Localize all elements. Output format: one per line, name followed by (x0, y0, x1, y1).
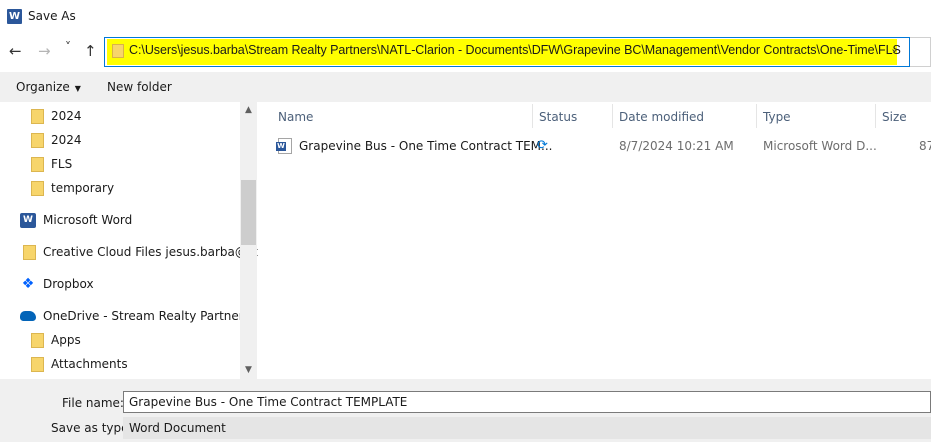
folder-icon (31, 108, 44, 124)
sidebar-item-label: 2024 (51, 133, 82, 147)
scroll-down-arrow-icon[interactable]: ▼ (240, 362, 257, 379)
sidebar-item-label: Dropbox (43, 277, 94, 291)
column-header-date-modified[interactable]: Date modified (619, 110, 704, 124)
address-bar[interactable]: C:\Users\jesus.barba\Stream Realty Partn… (104, 37, 910, 67)
column-divider[interactable] (875, 104, 876, 128)
creative-cloud-folder-icon (23, 244, 36, 260)
dropbox-icon: ❖ (21, 276, 35, 292)
folder-icon (31, 132, 44, 148)
folder-icon (31, 156, 44, 172)
sidebar-item-apps[interactable]: Apps (31, 330, 81, 350)
file-size: 87 (919, 139, 931, 153)
sidebar-item-temporary[interactable]: temporary (31, 178, 114, 198)
word-app-icon: W (7, 8, 22, 24)
navigation-pane: 2024 2024 FLS temporary W Microsoft Word… (0, 102, 258, 379)
file-list: Name ˄ Status Date modified Type Size W … (258, 102, 931, 379)
address-path[interactable]: C:\Users\jesus.barba\Stream Realty Partn… (129, 43, 901, 57)
new-folder-button[interactable]: New folder (107, 80, 172, 94)
sidebar-item-attachments[interactable]: Attachments (31, 354, 128, 374)
sidebar-scrollbar[interactable]: ▲ ▼ (240, 102, 257, 379)
sidebar-item-onedrive[interactable]: OneDrive - Stream Realty Partners (20, 306, 250, 326)
file-name: Grapevine Bus - One Time Contract TEM... (299, 139, 553, 153)
table-row[interactable]: W Grapevine Bus - One Time Contract TEM.… (258, 135, 931, 157)
folder-icon (31, 356, 44, 372)
sidebar-item-fls[interactable]: FLS (31, 154, 72, 174)
column-header-name[interactable]: Name (278, 110, 313, 124)
title-bar: W Save As (0, 0, 931, 32)
address-dropdown-chevron-icon[interactable]: ⌄ (890, 42, 899, 55)
sidebar-item-label: Microsoft Word (43, 213, 133, 227)
refresh-button[interactable] (910, 37, 931, 67)
folder-icon (112, 44, 124, 58)
sidebar-item-label: Creative Cloud Files jesus.barba@stre (43, 245, 258, 259)
file-date-modified: 8/7/2024 10:21 AM (619, 139, 734, 153)
sidebar-item-label: 2024 (51, 109, 82, 123)
sidebar-item-2024[interactable]: 2024 (31, 106, 82, 126)
sidebar-item-dropbox[interactable]: ❖ Dropbox (20, 274, 94, 294)
forward-arrow-icon[interactable]: → (38, 42, 51, 60)
save-as-type-select[interactable]: Word Document (123, 417, 931, 439)
column-header-status[interactable]: Status (539, 110, 577, 124)
up-arrow-icon[interactable]: ↑ (84, 42, 97, 60)
save-as-type-label: Save as type: (51, 421, 133, 435)
organize-button[interactable]: Organize ▼ (16, 80, 81, 94)
column-header-size[interactable]: Size (882, 110, 907, 124)
onedrive-icon (20, 311, 36, 321)
sidebar-item-microsoft-word[interactable]: W Microsoft Word (20, 210, 132, 230)
sidebar-item-label: Apps (51, 333, 81, 347)
recent-locations-chevron-icon[interactable]: ˅ (65, 38, 71, 56)
back-arrow-icon[interactable]: ← (9, 42, 22, 60)
sidebar-item-label: Attachments (51, 357, 128, 371)
folder-icon (31, 332, 44, 348)
scroll-up-arrow-icon[interactable]: ▲ (240, 102, 257, 119)
sort-ascending-icon: ˄ (398, 102, 402, 108)
save-options-panel: File name: Grapevine Bus - One Time Cont… (0, 379, 931, 442)
file-type: Microsoft Word D... (763, 139, 877, 153)
organize-label: Organize (16, 80, 70, 94)
sidebar-item-label: OneDrive - Stream Realty Partners (43, 309, 250, 323)
sync-pending-icon: ⟳ (537, 138, 548, 153)
sidebar-item-label: FLS (51, 157, 73, 171)
caret-down-icon: ▼ (74, 84, 81, 93)
word-icon: W (20, 212, 36, 228)
column-divider[interactable] (756, 104, 757, 128)
folder-icon (31, 180, 44, 196)
word-document-icon: W (276, 138, 292, 154)
sidebar-item-2024-second[interactable]: 2024 (31, 130, 82, 150)
column-header-type[interactable]: Type (763, 110, 791, 124)
command-toolbar: Organize ▼ New folder (0, 72, 931, 102)
scroll-thumb[interactable] (241, 180, 256, 245)
file-name-input[interactable]: Grapevine Bus - One Time Contract TEMPLA… (123, 391, 931, 413)
sidebar-item-label: temporary (51, 181, 115, 195)
sidebar-item-creative-cloud[interactable]: Creative Cloud Files jesus.barba@stre (23, 242, 258, 262)
column-divider[interactable] (532, 104, 533, 128)
file-name-label: File name: (62, 396, 124, 410)
column-divider[interactable] (612, 104, 613, 128)
window-title: Save As (28, 9, 76, 23)
